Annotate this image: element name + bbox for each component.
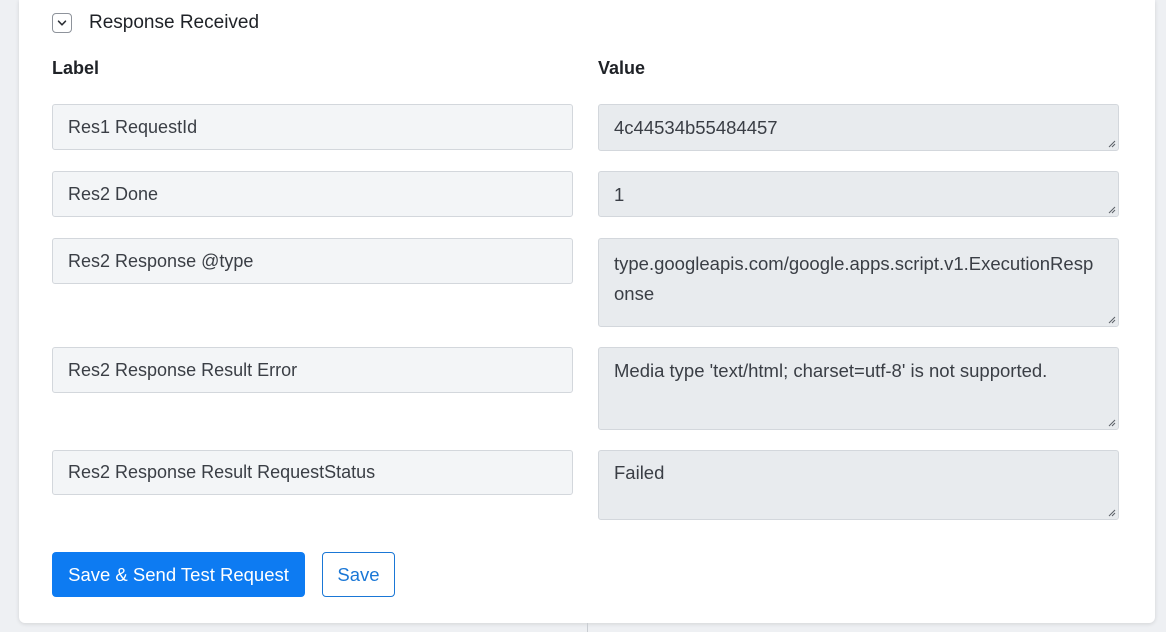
value-text: Failed bbox=[614, 462, 665, 483]
resize-grip-icon[interactable] bbox=[1107, 315, 1116, 324]
resize-grip-icon[interactable] bbox=[1107, 205, 1116, 214]
value-column-header: Value bbox=[598, 58, 646, 78]
value-text: Media type 'text/html; charset=utf-8' is… bbox=[614, 360, 1048, 381]
label-column-header: Label bbox=[52, 58, 100, 78]
section-header: Response Received bbox=[52, 12, 259, 34]
label-field[interactable]: Res2 Response Result RequestStatus bbox=[52, 450, 573, 495]
chevron-down-icon bbox=[57, 20, 67, 26]
response-card: Response Received Label Value Res1 Reque… bbox=[19, 0, 1155, 623]
value-field[interactable]: type.googleapis.com/google.apps.script.v… bbox=[598, 238, 1119, 327]
collapse-toggle[interactable] bbox=[52, 13, 72, 33]
label-field[interactable]: Res2 Done bbox=[52, 171, 573, 217]
value-field[interactable]: 1 bbox=[598, 171, 1119, 217]
value-text: type.googleapis.com/google.apps.script.v… bbox=[614, 253, 1094, 304]
resize-grip-icon[interactable] bbox=[1107, 418, 1116, 427]
divider bbox=[587, 623, 588, 632]
save-button[interactable]: Save bbox=[322, 552, 395, 597]
value-text: 1 bbox=[614, 184, 625, 205]
resize-grip-icon[interactable] bbox=[1107, 508, 1116, 517]
resize-grip-icon[interactable] bbox=[1107, 139, 1116, 148]
label-field[interactable]: Res1 RequestId bbox=[52, 104, 573, 150]
value-field[interactable]: Failed bbox=[598, 450, 1119, 520]
value-field[interactable]: Media type 'text/html; charset=utf-8' is… bbox=[598, 347, 1119, 430]
value-text: 4c44534b55484457 bbox=[614, 117, 778, 138]
save-and-send-test-request-button[interactable]: Save & Send Test Request bbox=[52, 552, 305, 597]
label-field[interactable]: Res2 Response @type bbox=[52, 238, 573, 284]
section-title: Response Received bbox=[89, 12, 260, 33]
value-field[interactable]: 4c44534b55484457 bbox=[598, 104, 1119, 151]
label-field[interactable]: Res2 Response Result Error bbox=[52, 347, 573, 393]
